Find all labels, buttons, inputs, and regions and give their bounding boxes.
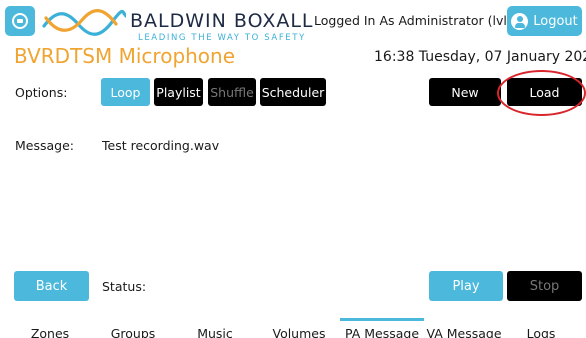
back-button[interactable]: Back xyxy=(14,271,89,301)
home-button[interactable] xyxy=(5,6,35,36)
home-icon xyxy=(12,13,28,29)
scheduler-button[interactable]: Scheduler xyxy=(260,78,326,106)
tab-logs[interactable]: Logs xyxy=(506,318,576,338)
loop-button[interactable]: Loop xyxy=(101,78,150,106)
shuffle-button[interactable]: Shuffle xyxy=(208,78,256,106)
options-label: Options: xyxy=(15,85,68,100)
status-label: Status: xyxy=(102,279,147,294)
message-label: Message: xyxy=(15,138,74,153)
logout-button[interactable]: Logout xyxy=(507,6,582,36)
login-status: Logged In As Administrator (lvl-5) xyxy=(314,13,525,28)
playlist-button[interactable]: Playlist xyxy=(154,78,203,106)
logout-label: Logout xyxy=(533,13,578,29)
page-title: BVRDTSM Microphone xyxy=(14,44,236,68)
load-button[interactable]: Load xyxy=(507,78,582,106)
new-button[interactable]: New xyxy=(429,78,501,106)
tab-pa-message[interactable]: PA Message xyxy=(340,318,424,338)
brand-name: BALDWIN BOXALL xyxy=(130,10,314,32)
brand-logo: BALDWIN BOXALL LEADING THE WAY TO SAFETY xyxy=(42,4,313,44)
stop-button[interactable]: Stop xyxy=(507,271,582,301)
clock: 16:38 Tuesday, 07 January 2020 xyxy=(374,49,586,65)
tab-volumes[interactable]: Volumes xyxy=(262,318,336,338)
play-button[interactable]: Play xyxy=(429,271,503,301)
tab-va-message[interactable]: VA Message xyxy=(424,318,504,338)
user-icon xyxy=(511,12,529,30)
tab-zones[interactable]: Zones xyxy=(15,318,85,338)
brand-tagline: LEADING THE WAY TO SAFETY xyxy=(138,33,306,43)
wave-logo-icon xyxy=(42,9,126,36)
message-value: Test recording.wav xyxy=(102,138,220,153)
tab-groups[interactable]: Groups xyxy=(95,318,171,338)
tab-music[interactable]: Music xyxy=(180,318,250,338)
